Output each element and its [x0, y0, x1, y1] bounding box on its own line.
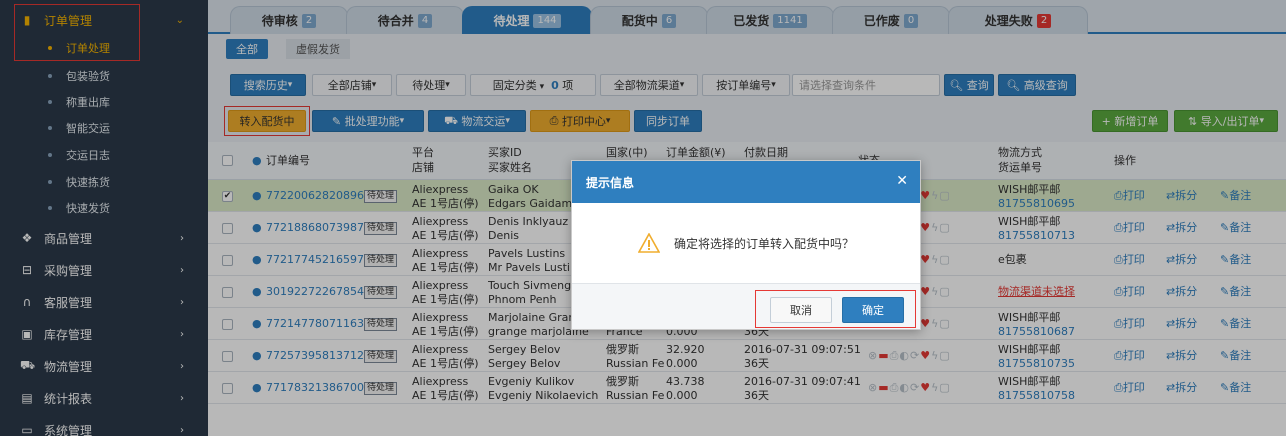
dialog-header: 提示信息 ✕	[572, 161, 920, 203]
dialog-footer: 取消 确定	[572, 283, 920, 329]
dialog-title: 提示信息	[586, 175, 635, 190]
dialog-body: 确定将选择的订单转入配货中吗？	[572, 203, 920, 283]
warning-icon	[637, 233, 660, 253]
dialog-message: 确定将选择的订单转入配货中吗？	[673, 236, 854, 251]
close-icon[interactable]: ✕	[896, 173, 908, 189]
highlight-box	[755, 290, 916, 328]
confirm-dialog: 提示信息 ✕ 确定将选择的订单转入配货中吗？ 取消 确定	[571, 160, 921, 330]
